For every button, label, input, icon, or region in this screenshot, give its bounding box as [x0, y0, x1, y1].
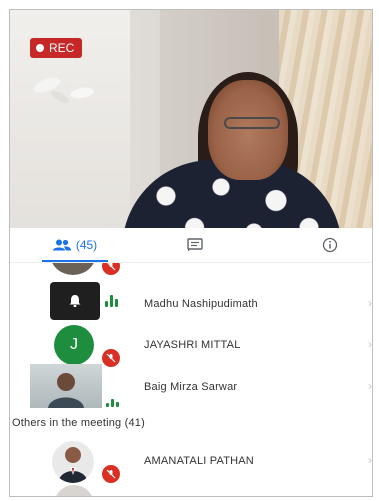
participant-list: Madhu Nashipudimath › J JAYASHRI MITTAL …: [10, 263, 372, 496]
participant-row[interactable]: Madhu Nashipudimath ›: [10, 282, 372, 323]
mic-off-icon: [102, 263, 120, 275]
mic-off-icon: [102, 465, 120, 483]
bell-icon: [69, 295, 81, 307]
participant-row[interactable]: AMANATALI PATHAN ›: [10, 441, 372, 483]
people-icon: [52, 239, 71, 251]
main-video[interactable]: REC: [10, 10, 372, 228]
tab-info[interactable]: [310, 228, 350, 262]
participant-row[interactable]: J JAYASHRI MITTAL ›: [10, 325, 372, 367]
people-count: (45): [75, 238, 98, 252]
avatar: [50, 263, 96, 275]
recording-label: REC: [49, 41, 75, 55]
plant-leaves: [33, 72, 94, 104]
participant-name: Madhu Nashipudimath: [144, 298, 258, 310]
participant-row[interactable]: Baig Mirza Sarwar ›: [10, 364, 372, 408]
others-section-header: Others in the meeting (41): [12, 417, 145, 429]
chevron-right-icon: ›: [368, 379, 372, 393]
tab-bar: (45): [10, 228, 372, 263]
tab-chat[interactable]: [170, 228, 220, 262]
avatar: [50, 282, 100, 320]
chevron-right-icon: ›: [368, 296, 372, 310]
avatar: J: [54, 325, 94, 365]
record-dot-icon: [36, 44, 44, 52]
speaking-indicator-icon: [106, 393, 124, 407]
chevron-right-icon: ›: [368, 337, 372, 351]
avatar-letter: J: [70, 336, 78, 353]
avatar: [54, 485, 94, 496]
chat-icon: [187, 238, 203, 252]
meet-screen: REC (45) Madhu Nashipudimath › J JAYASHR…: [9, 9, 373, 497]
avatar: [30, 364, 102, 408]
participant-row-partial[interactable]: [10, 263, 372, 275]
info-icon: [322, 237, 338, 253]
speaking-indicator-icon: [105, 293, 123, 307]
participant-name: Baig Mirza Sarwar: [144, 381, 238, 393]
avatar: [52, 441, 94, 483]
glasses: [224, 117, 280, 129]
participant-name: AMANATALI PATHAN: [144, 455, 254, 467]
participant-row-partial[interactable]: [10, 485, 372, 496]
recording-badge: REC: [30, 38, 83, 58]
tab-people[interactable]: (45): [30, 228, 120, 262]
chevron-right-icon: ›: [368, 453, 372, 467]
participant-name: JAYASHRI MITTAL: [144, 339, 241, 351]
mic-off-icon: [102, 349, 120, 367]
participant-face: [208, 80, 288, 180]
